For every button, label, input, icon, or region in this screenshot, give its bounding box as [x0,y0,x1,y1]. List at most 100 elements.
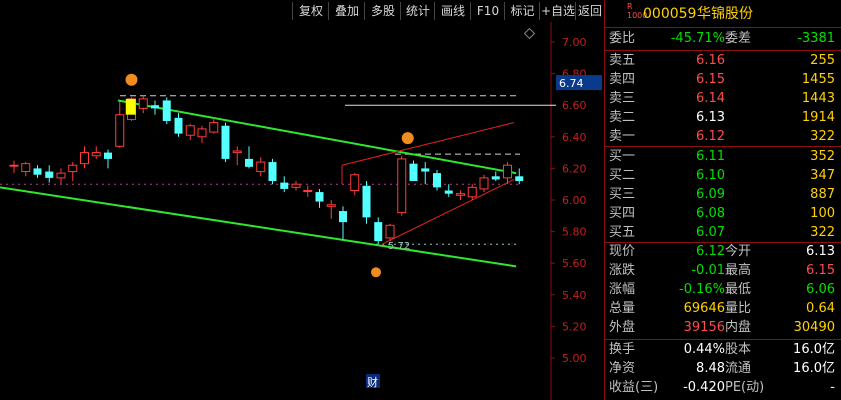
weibi-value: -45.71% [670,31,725,46]
red-channel-upper [341,122,515,166]
candle-body [268,162,277,182]
low-price-label: 5.72 [388,241,410,252]
quote-value: 6.15 [806,263,835,278]
toolbar-button-8[interactable]: +自选 [539,2,576,20]
finance-marker: 财 [367,375,378,389]
toolbar-button-5[interactable]: 画线 [434,2,471,20]
buys-label: 买三 [609,187,636,202]
fundamentals-label: 收益(三) [609,380,659,395]
kline-chart[interactable]: 7.006.806.606.406.206.005.805.605.405.20… [0,22,604,400]
candle-body [162,100,171,121]
buys-row: 买一 6.11 352 [605,147,841,166]
sells-price: 6.12 [696,129,725,144]
fundamentals-value: 16.0亿 [793,342,835,357]
toolbar-button-7[interactable]: 标记 [504,2,540,20]
fundamentals-value: - [830,380,835,395]
chart-toolbar: 复权 叠加 多股 统计 画线 F10 标记 +自选 返回 [0,0,604,22]
buys-price: 6.10 [696,168,725,183]
sells-volume: 255 [810,53,835,68]
buys-row: 买五 6.07 322 [605,223,841,242]
toolbar-button-9[interactable]: 返回 [575,2,604,20]
toolbar-button-3[interactable]: 多股 [364,2,401,20]
candle-body [315,192,324,202]
buys-price: 6.11 [696,149,725,164]
buys-row: 买二 6.10 347 [605,166,841,185]
fundamentals-label: 流通 [725,361,752,376]
header-separator [605,27,841,28]
toolbar-button-6[interactable]: F10 [470,2,505,20]
candle-body [374,222,383,242]
stock-header: R 1000 000059 华锦股份 [605,2,841,25]
fundamentals-row: 换手 0.44% 股本 16.0亿 [605,340,841,359]
low-marker-icon [371,267,381,278]
quote-value: -0.16% [679,282,725,297]
fundamentals-label: 股本 [725,342,752,357]
candle-body [339,211,347,223]
buys-price: 6.08 [696,206,725,221]
quote-value: -0.01 [691,263,725,278]
sells-row: 卖四 6.15 1455 [605,70,841,89]
quote-label: 涨幅 [609,282,636,297]
candle-body [515,176,524,182]
quote-label: 量比 [725,301,752,316]
candle-body [33,168,42,175]
candle-body [245,158,253,167]
axis-tick-label: 5.60 [562,257,587,270]
buys-label: 买五 [609,225,636,240]
fundamentals-value: 8.48 [696,361,725,376]
buys-label: 买二 [609,168,636,183]
toolbar-button-2[interactable]: 叠加 [328,2,365,20]
quote-value: 30490 [793,320,835,335]
candle-body [56,172,66,179]
candle-body [503,164,512,179]
quote-value: 0.64 [806,301,835,316]
axis-tick-label: 7.00 [562,36,587,49]
buys-volume: 352 [810,149,835,164]
candle-body [9,164,19,167]
sells-label: 卖三 [609,91,636,106]
sells-price: 6.14 [696,91,725,106]
candle-body [21,163,31,173]
candle-body [91,152,101,157]
sells-volume: 322 [810,129,835,144]
toolbar-button-4[interactable]: 统计 [400,2,435,20]
buys-label: 买四 [609,206,636,221]
buys-volume: 347 [810,168,835,183]
axis-tick-label: 6.40 [562,131,587,144]
fundamentals-label: 换手 [609,342,636,357]
candle-body [350,174,360,192]
candle-body [80,152,89,165]
candle-body [197,128,207,138]
buys-label: 买一 [609,149,636,164]
quote-value: 69646 [683,301,725,316]
quote-label: 总量 [609,301,636,316]
fundamentals-value: -0.420 [683,380,725,395]
quote-value: 6.12 [696,244,725,259]
candle-body [385,224,395,239]
candle-body [138,98,148,109]
sells-label: 卖五 [609,53,636,68]
candle-body [256,161,266,173]
buys-volume: 322 [810,225,835,240]
fundamentals-value: 0.44% [683,342,725,357]
axis-tick-label: 5.00 [562,352,587,365]
weicha-label: 委差 [725,31,752,46]
candle-body [479,177,489,190]
toolbar-button-1[interactable]: 复权 [292,2,329,20]
candle-body [326,204,336,207]
buys-row: 买三 6.09 887 [605,185,841,204]
fundamentals-label: 净资 [609,361,636,376]
candle-body [456,193,465,196]
channel-lower-line [0,186,517,268]
quote-row: 现价 6.12 今开 6.13 [605,242,841,261]
candle-body [280,182,289,189]
sells-price: 6.13 [696,110,725,125]
buys-price: 6.07 [696,225,725,240]
quote-value: 6.06 [806,282,835,297]
candle-body [467,186,477,198]
candle-body [151,105,159,109]
candle-body [491,176,500,180]
margin-badge-top: R [627,2,633,11]
buys-volume: 100 [810,206,835,221]
candle-body [221,125,230,159]
